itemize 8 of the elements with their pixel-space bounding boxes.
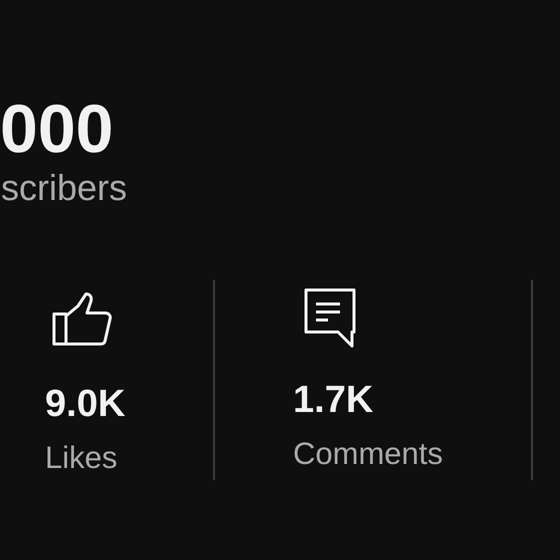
stat-label: Likes: [45, 439, 118, 477]
stat-value: 1.7K: [293, 378, 374, 422]
comment-icon: [304, 288, 356, 348]
subscriber-count: 000: [0, 92, 114, 166]
subscriber-label: scribers: [1, 166, 128, 210]
thumbs-up-icon: [52, 292, 112, 346]
stat-value: 9.0K: [45, 382, 126, 426]
stat-label: Comments: [293, 435, 443, 473]
